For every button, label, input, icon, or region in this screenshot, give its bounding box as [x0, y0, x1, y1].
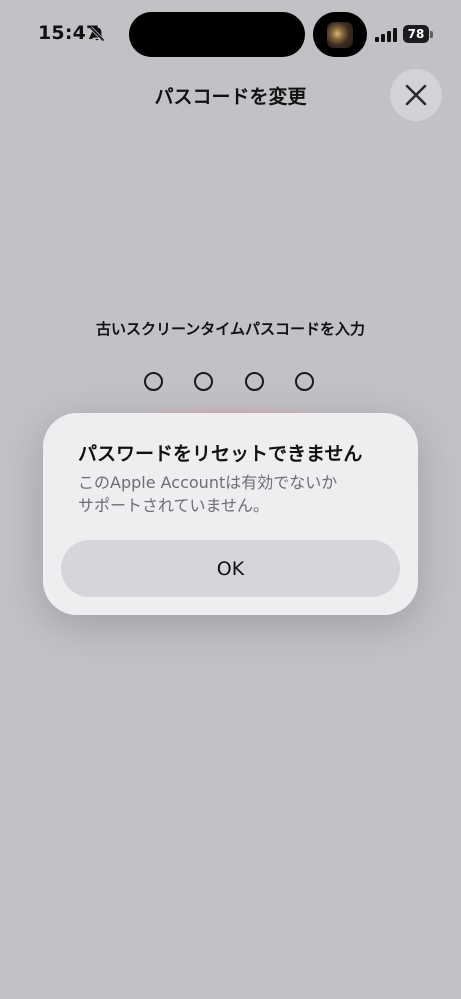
- passcode-dot: [194, 372, 213, 391]
- status-bar: 15:47 78: [0, 0, 461, 70]
- close-button[interactable]: [390, 69, 442, 121]
- passcode-dot: [144, 372, 163, 391]
- signal-icon: [375, 28, 397, 42]
- alert-title: パスワードをリセットできません: [78, 443, 363, 465]
- album-art-thumbnail: [327, 22, 353, 48]
- passcode-dot: [295, 372, 314, 391]
- close-icon: [405, 84, 427, 106]
- passcode-dots: [142, 372, 322, 396]
- passcode-prompt: 古いスクリーンタイムパスコードを入力: [96, 320, 365, 338]
- ok-button[interactable]: OK: [61, 540, 400, 597]
- bell-slash-icon: [89, 26, 105, 42]
- battery-icon: 78: [403, 25, 429, 43]
- alert-message-line: このApple Accountは有効でないか: [78, 473, 338, 492]
- alert-message: このApple Accountは有効でないか サポートされていません。: [78, 471, 378, 517]
- alert-message-line: サポートされていません。: [78, 496, 270, 515]
- dynamic-island: [129, 12, 305, 57]
- battery-cap: [430, 31, 433, 38]
- alert-dialog: パスワードをリセットできません このApple Accountは有効でないか サ…: [43, 413, 418, 615]
- passcode-dot: [245, 372, 264, 391]
